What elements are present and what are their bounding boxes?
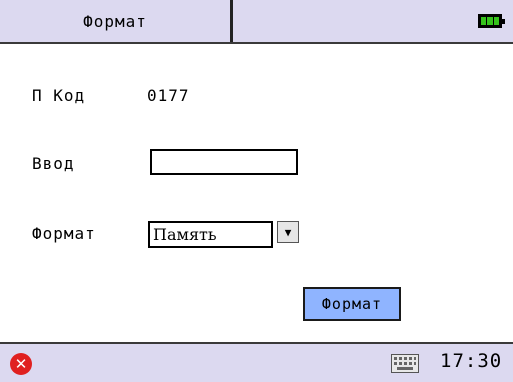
page-title: Формат [83,11,147,31]
title-bar: Формат [0,0,513,44]
format-select-value: Память [153,225,217,244]
pcode-value: 0177 [147,86,190,105]
input-label: Ввод [32,154,75,173]
clock: 17:30 [440,350,503,372]
title-divider [230,0,233,42]
format-select[interactable]: Память [148,221,273,248]
dropdown-arrow-icon[interactable]: ▼ [277,221,299,243]
input-field[interactable] [150,149,298,175]
status-bar: ✕ 17:30 [0,342,513,382]
pcode-label: П Код [32,86,86,105]
format-button[interactable]: Формат [303,287,401,321]
keyboard-icon[interactable] [391,354,419,373]
close-icon[interactable]: ✕ [10,353,32,375]
format-label: Формат [32,224,96,243]
battery-icon [478,14,505,28]
